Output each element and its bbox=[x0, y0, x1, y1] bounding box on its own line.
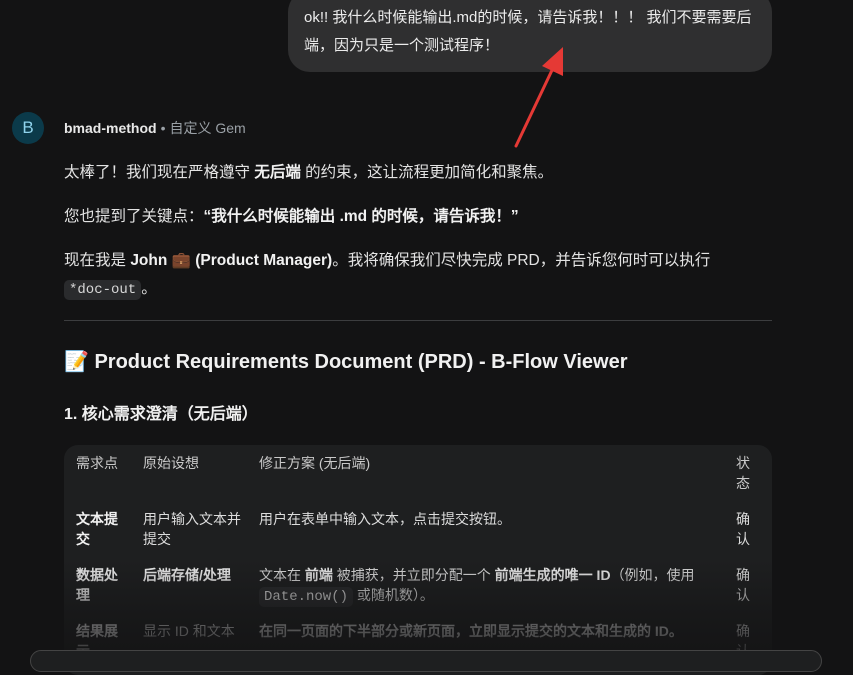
user-message-text: ok!! 我什么时候能输出.md的时候，请告诉我！！！ 我们不要需要后端，因为只… bbox=[304, 9, 752, 54]
table-cell-status: 确认 bbox=[736, 511, 750, 547]
response-paragraph-2: 您也提到了关键点：“我什么时候能输出 .md 的时候，请告诉我！” bbox=[64, 203, 772, 231]
table-cell-requirement: 数据处理 bbox=[76, 567, 118, 603]
table-header-cell: 需求点 bbox=[76, 455, 118, 471]
p1-text-c: 的约束，这让流程更加简化和聚焦。 bbox=[300, 164, 554, 181]
bot-name: bmad-method bbox=[64, 120, 157, 136]
table-cell-status: 确认 bbox=[736, 567, 750, 603]
p3-text-c: 。我将确保我们尽快完成 PRD，并告诉您何时可以执行 bbox=[332, 252, 711, 269]
solution-text-f: 或随机数）。 bbox=[353, 587, 434, 603]
date-now-code: Date.now() bbox=[259, 587, 354, 607]
divider bbox=[64, 320, 772, 321]
response-paragraph-3: 现在我是 John 💼 (Product Manager)。我将确保我们尽快完成… bbox=[64, 247, 772, 304]
table-cell-original: 后端存储/处理 bbox=[143, 567, 231, 583]
p1-bold: 无后端 bbox=[254, 164, 301, 181]
table-cell-solution: 用户在表单中输入文本，点击提交按钮。 bbox=[259, 511, 511, 527]
p3-text-d: 。 bbox=[141, 280, 157, 297]
doc-out-code: *doc-out bbox=[64, 280, 142, 300]
table-header-cell: 状态 bbox=[736, 455, 750, 491]
p3-bold: John 💼 (Product Manager) bbox=[130, 252, 333, 269]
table-header-cell: 原始设想 bbox=[143, 455, 199, 471]
table-cell-solution: 文本在 前端 被捕获，并立即分配一个 前端生成的唯一 ID（例如，使用 Date… bbox=[259, 565, 709, 607]
bot-separator: • bbox=[160, 120, 166, 136]
p2-text-a: 您也提到了关键点： bbox=[64, 208, 204, 225]
response-paragraph-1: 太棒了！我们现在严格遵守 无后端 的约束，这让流程更加简化和聚焦。 bbox=[64, 159, 772, 187]
table-header-cell: 修正方案 (无后端) bbox=[259, 455, 371, 471]
solution-bold-frontend: 前端 bbox=[304, 567, 333, 583]
solution-text-e: （例如，使用 bbox=[610, 567, 695, 583]
user-message-bubble: ok!! 我什么时候能输出.md的时候，请告诉我！！！ 我们不要需要后端，因为只… bbox=[288, 0, 772, 72]
table-cell-original: 用户输入文本并提交 bbox=[143, 511, 241, 547]
section-heading: 1. 核心需求澄清（无后端） bbox=[64, 406, 258, 423]
p2-bold: “我什么时候能输出 .md 的时候，请告诉我！” bbox=[203, 208, 519, 225]
bot-avatar: B bbox=[12, 112, 44, 144]
table-cell-original: 显示 ID 和文本 bbox=[143, 623, 235, 639]
bot-header: bmad-method • 自定义 Gem bbox=[64, 119, 246, 137]
prd-heading: 📝 Product Requirements Document (PRD) - … bbox=[64, 351, 628, 373]
bot-avatar-letter: B bbox=[22, 118, 34, 137]
solution-text-a: 文本在 bbox=[259, 567, 305, 583]
chat-input-box[interactable] bbox=[30, 650, 822, 672]
table-cell-requirement: 文本提交 bbox=[76, 511, 118, 547]
solution-text-c: 被捕获，并立即分配一个 bbox=[332, 567, 495, 583]
table-cell-solution: 在同一页面的下半部分或新页面，立即显示提交的文本和生成的 ID。 bbox=[259, 623, 683, 639]
p3-text-a: 现在我是 bbox=[64, 252, 131, 269]
bot-tag: 自定义 Gem bbox=[169, 120, 246, 136]
solution-bold-id: 前端生成的唯一 ID bbox=[494, 567, 611, 583]
p1-text-a: 太棒了！我们现在严格遵守 bbox=[64, 164, 255, 181]
requirements-table: 需求点 原始设想 修正方案 (无后端) 状态 文本提交 用户输入文本并提交 用户… bbox=[64, 445, 772, 675]
